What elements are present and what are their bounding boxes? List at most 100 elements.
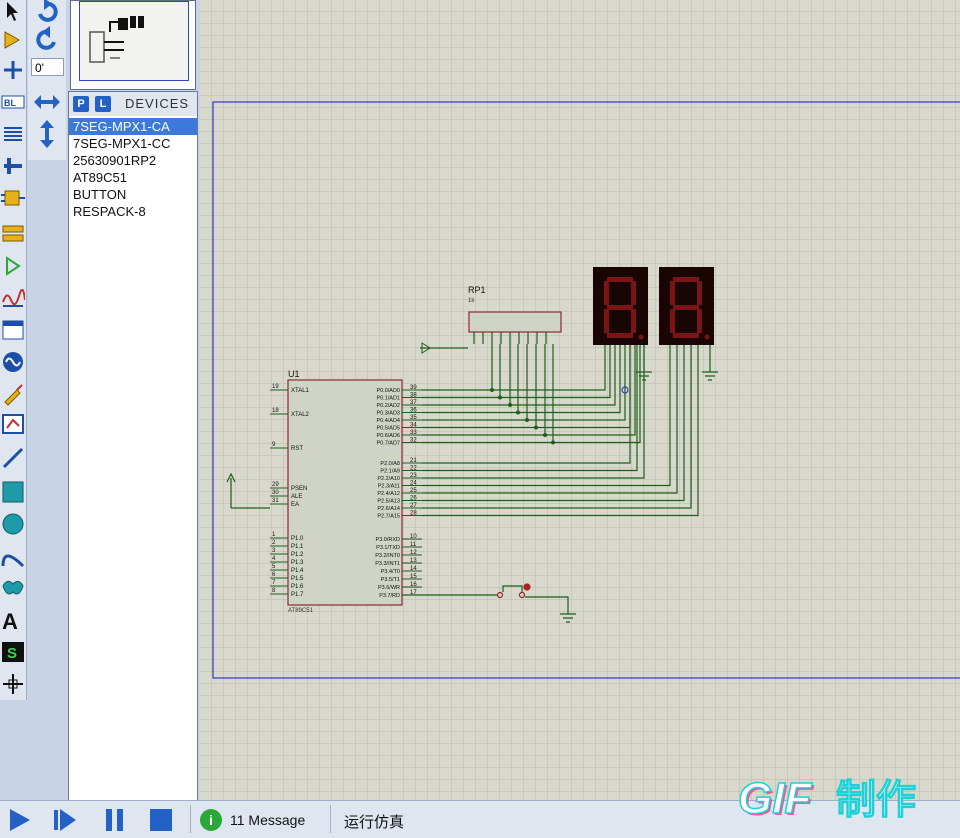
mirror-vertical-icon[interactable] bbox=[32, 120, 62, 148]
origin-marker-icon[interactable] bbox=[1, 672, 25, 696]
display-segment bbox=[697, 309, 702, 333]
u1-pin-name: P1.0 bbox=[291, 536, 304, 542]
wire-junction bbox=[551, 440, 555, 445]
u1-pin-number: 11 bbox=[410, 542, 417, 548]
display-segment bbox=[697, 281, 702, 305]
u1-pin-number: 24 bbox=[410, 481, 417, 487]
junction-icon[interactable] bbox=[1, 58, 25, 82]
svg-text:制作: 制作 bbox=[836, 777, 916, 823]
arc-icon[interactable] bbox=[1, 544, 25, 568]
display-segment bbox=[607, 333, 633, 338]
u1-pin-number: 14 bbox=[410, 566, 417, 572]
u1-pin-number: 37 bbox=[410, 400, 417, 406]
device-list-item[interactable]: 7SEG-MPX1-CA bbox=[69, 118, 197, 135]
pick-devices-button[interactable]: P bbox=[73, 96, 89, 112]
text-icon[interactable]: A bbox=[1, 608, 25, 632]
u1-pin-number: 31 bbox=[272, 498, 279, 504]
display-segment bbox=[670, 309, 675, 333]
step-icon[interactable] bbox=[52, 807, 78, 833]
tape-recorder-icon[interactable] bbox=[1, 318, 25, 342]
seven-segment-display-2[interactable] bbox=[659, 267, 714, 345]
stop-icon[interactable] bbox=[148, 807, 174, 833]
u1-pin-name: EA bbox=[291, 502, 299, 508]
seven-segment-display-1[interactable] bbox=[593, 267, 648, 345]
device-list-item[interactable]: RESPACK-8 bbox=[69, 203, 197, 220]
u1-microcontroller[interactable]: 19XTAL118XTAL29RST29PSEN30ALE31EA1P1.02P… bbox=[270, 379, 422, 606]
schematic-canvas[interactable]: RP1 1k 19XTAL118XTAL29RST29PSEN30ALE31EA… bbox=[200, 0, 960, 800]
bus-icon[interactable] bbox=[1, 154, 25, 178]
wire-junction bbox=[498, 395, 502, 400]
u1-pin-number: 33 bbox=[410, 430, 417, 436]
u1-pin-name: P3.7/RD bbox=[379, 593, 400, 599]
u1-pin-number: 23 bbox=[410, 473, 417, 479]
u1-pin-name: P1.1 bbox=[291, 544, 304, 550]
svg-text:GIF: GIF bbox=[738, 774, 812, 823]
subcircuit-icon[interactable] bbox=[1, 186, 25, 210]
device-list-item[interactable]: 7SEG-MPX1-CC bbox=[69, 135, 197, 152]
u1-pin-number: 15 bbox=[410, 574, 417, 580]
u1-pin-number: 10 bbox=[410, 534, 417, 540]
wire-junction bbox=[490, 388, 494, 392]
play-icon[interactable] bbox=[6, 807, 32, 833]
graph-icon[interactable] bbox=[1, 286, 25, 310]
u1-pin-name: ALE bbox=[291, 494, 302, 500]
u1-pin-name: P2.1/A9 bbox=[380, 469, 400, 475]
u1-pin-number: 34 bbox=[410, 423, 417, 429]
pause-icon[interactable] bbox=[102, 807, 128, 833]
u1-pin-name: P3.2/INT0 bbox=[375, 553, 400, 559]
device-list-item[interactable]: 25630901RP2 bbox=[69, 152, 197, 169]
devices-header: P L DEVICES bbox=[69, 92, 197, 116]
rotation-angle-field[interactable]: 0' bbox=[31, 58, 64, 76]
u1-pin-name: P1.7 bbox=[291, 592, 304, 598]
device-list-item[interactable]: AT89C51 bbox=[69, 169, 197, 186]
terminals-icon[interactable] bbox=[1, 222, 25, 246]
tool-strip: BL A S bbox=[0, 0, 27, 700]
virtual-instruments-icon[interactable] bbox=[1, 412, 25, 436]
u1-pin-name: P2.7/A15 bbox=[377, 514, 400, 520]
component-icon[interactable] bbox=[1, 28, 25, 52]
wire-junction bbox=[525, 418, 529, 422]
circle-icon[interactable] bbox=[1, 512, 25, 536]
u1-pin-number: 28 bbox=[410, 511, 417, 517]
u1-pin-number: 30 bbox=[272, 490, 279, 496]
u1-pin-number: 29 bbox=[272, 482, 279, 488]
selection-arrow-icon[interactable] bbox=[1, 0, 25, 24]
display-decimal-point bbox=[704, 334, 710, 340]
library-manager-button[interactable]: L bbox=[95, 96, 111, 112]
mirror-horizontal-icon[interactable] bbox=[32, 88, 62, 116]
wire-label-icon[interactable]: BL bbox=[1, 90, 25, 114]
u1-pin-number: 39 bbox=[410, 385, 417, 391]
u1-pin-number: 16 bbox=[410, 582, 417, 588]
device-list-item[interactable]: BUTTON bbox=[69, 186, 197, 203]
device-pins-icon[interactable] bbox=[1, 254, 25, 278]
u1-pin-name: P3.4/T0 bbox=[381, 569, 400, 575]
u1-pin-number: 13 bbox=[410, 558, 417, 564]
closed-path-icon[interactable] bbox=[1, 576, 25, 600]
u1-pin-number: 21 bbox=[410, 458, 417, 464]
u1-pin-name: P1.2 bbox=[291, 552, 304, 558]
symbol-icon[interactable]: S bbox=[1, 640, 25, 664]
rotate-anticlockwise-icon[interactable] bbox=[32, 26, 62, 54]
display-segment bbox=[607, 305, 633, 310]
u1-pin-name: P3.1/TXD bbox=[376, 545, 400, 551]
info-icon[interactable]: i bbox=[200, 809, 222, 831]
overview-window[interactable] bbox=[70, 0, 196, 90]
generator-icon[interactable] bbox=[1, 350, 25, 374]
u1-pin-number: 38 bbox=[410, 393, 417, 399]
u1-pin-number: 35 bbox=[410, 415, 417, 421]
text-script-icon[interactable] bbox=[1, 122, 25, 146]
u1-reference: U1 bbox=[288, 369, 300, 379]
u1-pin-name: P1.5 bbox=[291, 576, 304, 582]
line-icon[interactable] bbox=[1, 446, 25, 470]
u1-pin-number: 19 bbox=[272, 384, 279, 390]
u1-pin-name: P2.4/A12 bbox=[377, 491, 400, 497]
rotate-clockwise-icon[interactable] bbox=[32, 0, 62, 26]
u1-pin-name: P3.5/T1 bbox=[381, 577, 400, 583]
box-icon[interactable] bbox=[1, 480, 25, 504]
wire-junction bbox=[508, 403, 512, 407]
message-count[interactable]: 11 Message bbox=[230, 812, 305, 828]
u1-pin-number: 36 bbox=[410, 408, 417, 414]
u1-pin-name: P0.1/AD1 bbox=[376, 396, 400, 402]
voltage-probe-icon[interactable] bbox=[1, 382, 25, 406]
u1-pin-name: P2.3/A11 bbox=[378, 484, 400, 490]
